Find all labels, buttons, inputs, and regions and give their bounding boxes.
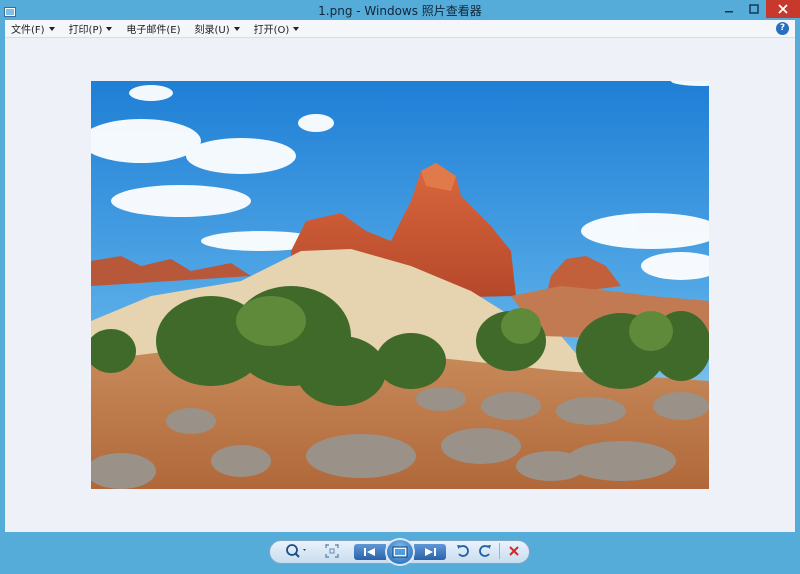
chevron-down-icon: [293, 26, 300, 31]
minimize-button[interactable]: [716, 0, 742, 18]
menu-burn-label: 刻录(U): [194, 25, 230, 36]
slideshow-icon: [392, 546, 408, 558]
control-separator: [499, 543, 500, 559]
help-icon: ?: [779, 23, 786, 33]
slideshow-button[interactable]: [385, 538, 415, 566]
maximize-icon: [749, 4, 759, 14]
fit-window-icon: [325, 544, 339, 558]
menu-print[interactable]: 打印(P): [63, 20, 121, 38]
delete-button[interactable]: [506, 543, 522, 559]
delete-icon: [509, 546, 519, 556]
maximize-button[interactable]: [742, 0, 766, 18]
landscape-photo-image: [91, 81, 709, 489]
menu-bar: 文件(F) 打印(P) 电子邮件(E) 刻录(U) 打开(O) ?: [5, 20, 795, 38]
title-bar[interactable]: 1.png - Windows 照片查看器: [0, 0, 800, 20]
image-viewing-area[interactable]: [5, 38, 795, 532]
menu-email[interactable]: 电子邮件(E): [120, 20, 188, 38]
rotate-clockwise-button[interactable]: [477, 543, 493, 559]
next-button[interactable]: [414, 544, 446, 560]
rotate-counterclockwise-icon: [457, 545, 469, 557]
menu-print-label: 打印(P): [68, 25, 103, 36]
minimize-icon: [725, 11, 733, 13]
rotate-clockwise-icon: [479, 545, 491, 557]
previous-icon: [364, 548, 375, 556]
menu-file[interactable]: 文件(F): [5, 20, 63, 38]
next-icon: [425, 548, 436, 556]
menu-email-label: 电子邮件(E): [126, 25, 181, 36]
menu-open-label: 打开(O): [253, 25, 290, 36]
chevron-down-icon: [48, 26, 55, 31]
previous-button[interactable]: [354, 544, 386, 560]
window-title: 1.png - Windows 照片查看器: [318, 4, 482, 18]
zoom-button[interactable]: [284, 542, 310, 560]
menu-burn[interactable]: 刻录(U): [189, 20, 248, 38]
menu-file-label: 文件(F): [11, 25, 45, 36]
chevron-down-icon: [233, 26, 240, 31]
actual-size-button[interactable]: [323, 542, 341, 560]
rotate-counterclockwise-button[interactable]: [455, 543, 471, 559]
displayed-photo[interactable]: [91, 81, 709, 489]
help-button[interactable]: ?: [776, 22, 789, 35]
close-icon: [778, 4, 788, 14]
chevron-down-icon: [106, 26, 113, 31]
menu-open[interactable]: 打开(O): [248, 20, 308, 38]
close-button[interactable]: [766, 0, 800, 18]
zoom-icon: [286, 544, 306, 558]
photo-viewer-window: 1.png - Windows 照片查看器 文件(F) 打印(P) 电子邮件(E…: [0, 0, 800, 574]
